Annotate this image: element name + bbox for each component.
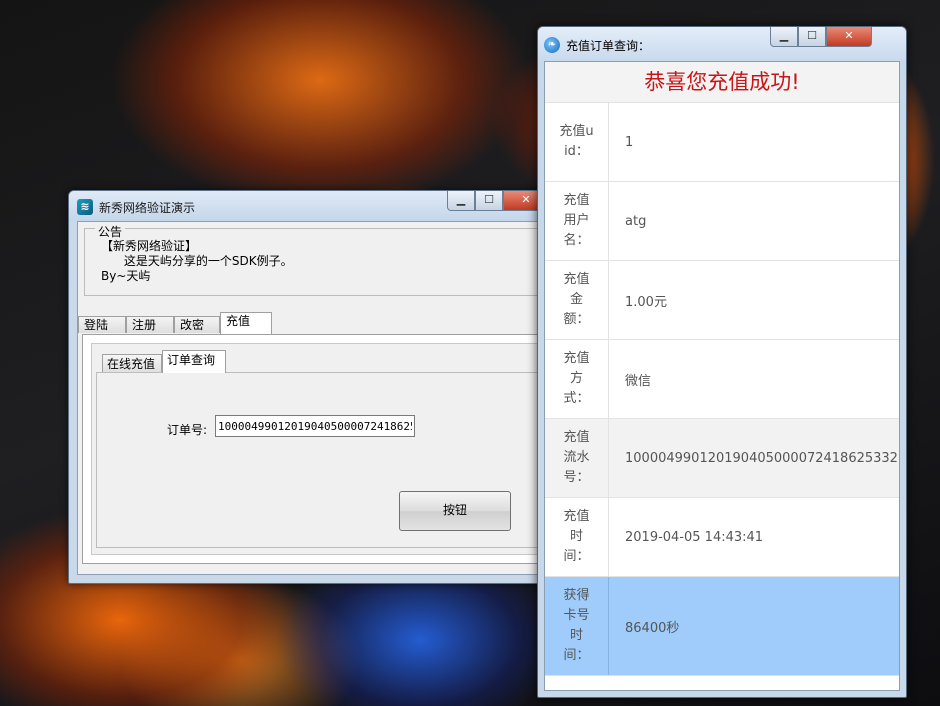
- row-time: 充值时间： 2019-04-05 14:43:41: [545, 498, 899, 577]
- main-client-area: 公告 【新秀网络验证】 这是天屿分享的一个SDK例子。 By~天屿 登陆 注册 …: [77, 221, 541, 575]
- recharge-inner-frame: 在线充值 订单查询 订单号: 按钮: [91, 343, 539, 555]
- notice-text: 【新秀网络验证】 这是天屿分享的一个SDK例子。 By~天屿: [101, 239, 293, 283]
- row-label: 充值方式：: [545, 340, 609, 418]
- row-value: 100004990120190405000072418625332: [625, 450, 898, 466]
- row-value: 微信: [625, 373, 652, 389]
- row-method: 充值方式： 微信: [545, 340, 899, 419]
- bird-logo-icon: ❧: [544, 37, 560, 53]
- order-number-input[interactable]: [215, 415, 415, 437]
- row-amount: 充值金额： 1.00元: [545, 261, 899, 340]
- row-label: 充值uid：: [545, 103, 609, 181]
- main-window: ≋ 新秀网络验证演示 ▁ ☐ ✕ 公告 【新秀网络验证】 这是天屿分享的一个SD…: [68, 190, 550, 584]
- row-username: 充值用户名： atg: [545, 182, 899, 261]
- query-window-title: 充值订单查询：: [566, 39, 651, 53]
- order-query-panel: 订单号: 按钮: [96, 372, 538, 548]
- row-label: 充值用户名：: [545, 182, 609, 260]
- row-label: 充值时间：: [545, 498, 609, 576]
- row-value: 1: [625, 134, 634, 150]
- minimize-button[interactable]: ▁: [447, 191, 475, 211]
- recharge-tab-panel: 在线充值 订单查询 订单号: 按钮: [82, 334, 540, 564]
- order-number-label: 订单号:: [167, 423, 208, 437]
- app-logo-icon: ≋: [77, 199, 93, 215]
- tab-change-password[interactable]: 改密: [174, 316, 220, 333]
- tab-login[interactable]: 登陆: [78, 316, 126, 333]
- subtab-order-query[interactable]: 订单查询: [162, 350, 226, 373]
- row-value: 1.00元: [625, 294, 667, 310]
- notice-group: 公告 【新秀网络验证】 这是天屿分享的一个SDK例子。 By~天屿: [84, 223, 540, 296]
- row-label: 获得卡号时间：: [545, 577, 609, 675]
- query-maximize-button[interactable]: ☐: [798, 27, 826, 47]
- main-window-title: 新秀网络验证演示: [99, 201, 196, 215]
- main-titlebar[interactable]: ≋ 新秀网络验证演示 ▁ ☐ ✕: [69, 191, 549, 221]
- notice-legend: 公告: [95, 223, 126, 240]
- tab-recharge[interactable]: 充值: [220, 312, 272, 334]
- row-serial: 充值流水号： 100004990120190405000072418625332: [545, 419, 899, 498]
- row-card-duration: 获得卡号时间： 86400秒: [545, 577, 899, 676]
- row-uid: 充值uid： 1: [545, 103, 899, 182]
- query-content: 恭喜您充值成功! 充值uid： 1 充值用户名： atg 充值金额： 1.00元…: [544, 61, 900, 691]
- order-query-window: ❧ 充值订单查询： ▁ ☐ ✕ 恭喜您充值成功! 充值uid： 1 充值用户名：…: [537, 26, 907, 698]
- query-minimize-button[interactable]: ▁: [770, 27, 798, 47]
- tab-register[interactable]: 注册: [126, 316, 174, 333]
- row-value: atg: [625, 213, 647, 229]
- row-value: 86400秒: [625, 620, 680, 636]
- subtab-online-recharge[interactable]: 在线充值: [102, 354, 162, 372]
- query-button[interactable]: 按钮: [399, 491, 511, 531]
- query-caption-buttons: ▁ ☐ ✕: [770, 27, 872, 47]
- row-label: 充值流水号：: [545, 419, 609, 497]
- row-value: 2019-04-05 14:43:41: [625, 529, 764, 545]
- query-close-button[interactable]: ✕: [826, 27, 872, 47]
- main-caption-buttons: ▁ ☐ ✕: [447, 191, 549, 211]
- maximize-button[interactable]: ☐: [475, 191, 503, 211]
- row-label: 充值金额：: [545, 261, 609, 339]
- success-banner: 恭喜您充值成功!: [545, 62, 899, 103]
- query-titlebar[interactable]: ❧ 充值订单查询： ▁ ☐ ✕: [538, 27, 906, 61]
